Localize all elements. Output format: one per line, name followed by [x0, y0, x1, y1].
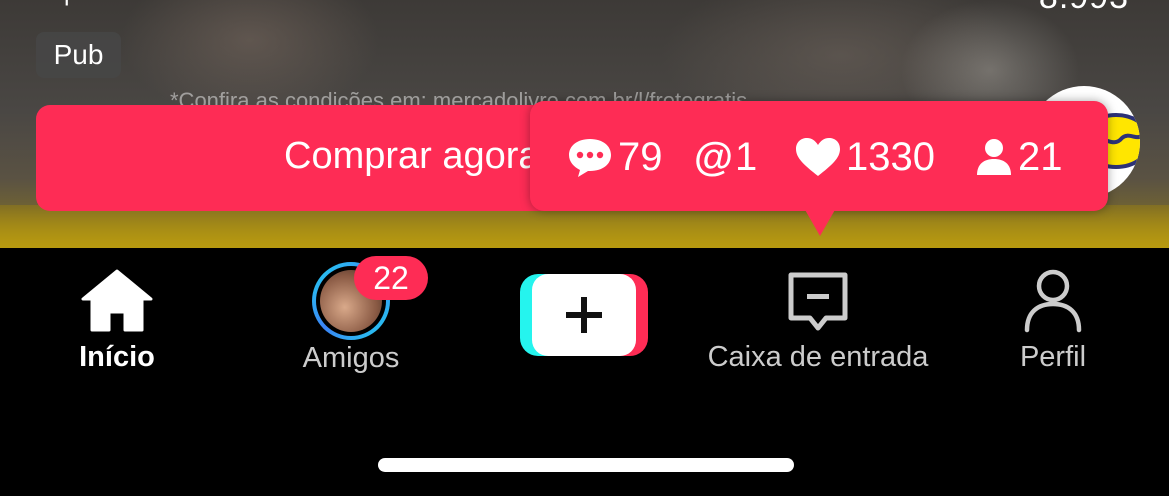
- plus-icon: [566, 297, 602, 333]
- like-count-value: 1330: [846, 135, 935, 179]
- nav-profile[interactable]: Perfil: [1000, 268, 1106, 374]
- sponsored-badge: Pub: [36, 32, 121, 78]
- person-icon: [977, 139, 1011, 175]
- like-count: 1330: [794, 132, 935, 182]
- comment-count-value: 79: [618, 135, 663, 179]
- nav-inbox-label: Caixa de entrada: [707, 341, 929, 373]
- nav-profile-label: Perfil: [1019, 341, 1087, 373]
- mention-count: @ 1: [694, 132, 757, 182]
- top-left-glyph: +: [58, 0, 76, 16]
- follower-count: 21: [974, 132, 1063, 182]
- nav-friends-label: Amigos: [302, 342, 400, 374]
- follower-count-value: 21: [1018, 135, 1063, 179]
- mention-icon: @: [694, 135, 734, 179]
- friends-notification-badge: 22: [354, 256, 428, 300]
- nav-home[interactable]: Início: [62, 268, 172, 374]
- profile-icon: [1024, 269, 1082, 333]
- ad-cta-label: Comprar agora: [284, 135, 540, 177]
- nav-home-label: Início: [79, 341, 155, 373]
- comment-icon: [569, 139, 611, 177]
- nav-inbox[interactable]: Caixa de entrada: [690, 270, 946, 374]
- inbox-icon: [788, 272, 848, 331]
- home-icon: [81, 269, 153, 332]
- share-count: 8.993: [1039, 0, 1129, 17]
- home-indicator[interactable]: [378, 458, 794, 472]
- create-button[interactable]: [520, 274, 648, 356]
- heart-icon: [796, 138, 840, 176]
- tooltip-arrow: [804, 208, 836, 236]
- comment-count: 79: [566, 132, 663, 182]
- mention-count-value: 1: [735, 135, 758, 179]
